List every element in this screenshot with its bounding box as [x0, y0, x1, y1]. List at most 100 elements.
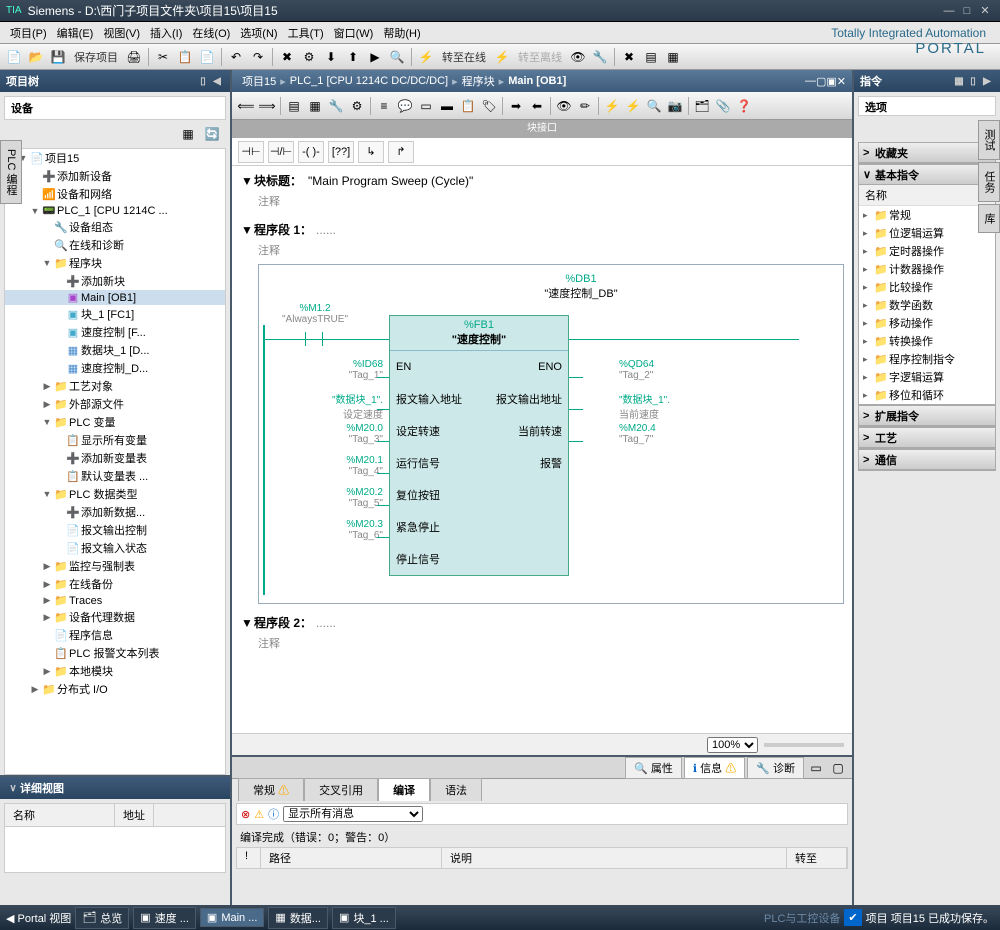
tree-node[interactable]: ▦数据块_1 [D...: [5, 341, 225, 359]
acc-chevron-icon[interactable]: >: [863, 410, 875, 422]
zoom-slider[interactable]: [764, 743, 844, 747]
output-tag[interactable]: %QD64"Tag_2": [619, 359, 654, 381]
accordion-header[interactable]: >收藏夹: [859, 143, 995, 163]
contact-no-icon[interactable]: ⊣⊢: [238, 141, 264, 163]
tree-node[interactable]: ▶📁Traces: [5, 593, 225, 608]
detail-col-addr[interactable]: 地址: [115, 804, 154, 826]
tree-expander-icon[interactable]: ▼: [41, 417, 53, 427]
network2-collapse-icon[interactable]: ▼: [240, 616, 254, 630]
editor-min-icon[interactable]: —: [805, 75, 816, 87]
block-title-row[interactable]: ▼ 块标题： "Main Program Sweep (Cycle)": [240, 170, 844, 191]
expand-icon[interactable]: ▭: [416, 96, 436, 116]
subtab-crossref[interactable]: 交叉引用: [304, 778, 378, 801]
ref-icon[interactable]: 📎: [713, 96, 733, 116]
editor-restore-icon[interactable]: ▣: [826, 75, 836, 88]
right-vtab-libs[interactable]: 库: [978, 204, 1000, 233]
tab-info[interactable]: ℹ 信息 ⚠: [684, 757, 745, 779]
instruction-category[interactable]: ▸📁位逻辑运算: [859, 224, 995, 242]
menu-options[interactable]: 选项(N): [236, 23, 281, 43]
device-refresh-icon[interactable]: 🔄: [202, 124, 222, 144]
tree-node[interactable]: ▶📁分布式 I/O: [5, 680, 225, 698]
acc-chevron-icon[interactable]: >: [863, 454, 875, 466]
msg-col-goto[interactable]: 转至: [787, 848, 847, 868]
message-filter-select[interactable]: 显示所有消息: [283, 806, 423, 822]
bc-main[interactable]: Main [OB1]: [504, 75, 570, 87]
tree-node[interactable]: ▣速度控制 [F...: [5, 323, 225, 341]
sb-tab-block1[interactable]: ▣ 块_1 ...: [332, 907, 396, 929]
paste-icon[interactable]: 📄: [197, 47, 217, 67]
tree-expander-icon[interactable]: ▶: [41, 612, 53, 623]
abs-icon[interactable]: 📋: [458, 96, 478, 116]
fb-call-box[interactable]: %FB1 "速度控制" ENENO 报文输入地址报文输出地址设定转速当前转速运行…: [389, 315, 569, 576]
cat-expand-icon[interactable]: ▸: [863, 318, 873, 329]
collapse-block-icon[interactable]: ▼: [240, 174, 254, 188]
subtab-compile[interactable]: 编译: [378, 778, 430, 801]
warn-icon[interactable]: ⚠: [254, 808, 264, 821]
help-icon[interactable]: ❓: [734, 96, 754, 116]
tree-node[interactable]: ▶📁在线备份: [5, 575, 225, 593]
tree-node[interactable]: ➕添加新数据...: [5, 503, 225, 521]
monitor-icon[interactable]: 👁: [568, 47, 588, 67]
align-icon[interactable]: ≡: [374, 96, 394, 116]
bc-project[interactable]: 项目15: [238, 73, 280, 89]
tree-expander-icon[interactable]: ▼: [41, 489, 53, 499]
insert-element-icon[interactable]: ▦: [305, 96, 325, 116]
output-tag[interactable]: %M20.4"Tag_7": [619, 423, 656, 445]
tab-diagnostics[interactable]: 🔧 诊断: [747, 757, 804, 779]
undo-icon[interactable]: ↶: [226, 47, 246, 67]
coil-icon[interactable]: -( )-: [298, 141, 324, 163]
editor-max-icon[interactable]: ▢: [816, 75, 826, 88]
download-icon[interactable]: ⬇: [321, 47, 341, 67]
subtab-syntax[interactable]: 语法: [430, 778, 482, 801]
always-true-contact[interactable]: [305, 332, 323, 346]
project-tree[interactable]: ▼📄项目15➕添加新设备📶设备和网络▼📟PLC_1 [CPU 1214C ...…: [4, 148, 226, 775]
minimize-icon[interactable]: —: [940, 5, 958, 17]
right-vtab-test[interactable]: 测试: [978, 120, 1000, 160]
tree-node[interactable]: ▶📁本地模块: [5, 662, 225, 680]
cat-expand-icon[interactable]: ▸: [863, 300, 873, 311]
accordion-header[interactable]: ∨基本指令: [859, 165, 995, 185]
editor-close-icon[interactable]: ✕: [837, 75, 846, 88]
tree-node[interactable]: ▶📁外部源文件: [5, 395, 225, 413]
cat-expand-icon[interactable]: ▸: [863, 390, 873, 401]
tree-expander-icon[interactable]: ▼: [29, 206, 41, 216]
instruction-category[interactable]: ▸📁程序控制指令: [859, 350, 995, 368]
tree-node[interactable]: ➕添加新变量表: [5, 449, 225, 467]
instr-collapse-icon[interactable]: ▶: [980, 76, 994, 87]
tree-node[interactable]: 📄报文输出控制: [5, 521, 225, 539]
inspector-max-icon[interactable]: ▢: [828, 758, 848, 778]
tool-icon[interactable]: 🔧: [326, 96, 346, 116]
tag-icon[interactable]: 🏷: [479, 96, 499, 116]
panel-pin-icon[interactable]: ▯: [196, 76, 210, 87]
network1-collapse-icon[interactable]: ▼: [240, 223, 254, 237]
info-icon[interactable]: ⓘ: [268, 806, 279, 822]
sb-tab-speed[interactable]: ▣ 速度 ...: [133, 907, 196, 929]
block-interface-bar[interactable]: 块接口: [232, 120, 852, 138]
split-icon[interactable]: ▤: [641, 47, 661, 67]
tree-node[interactable]: ▼📁程序块: [5, 254, 225, 272]
go-online-label[interactable]: 转至在线: [438, 49, 490, 65]
zoom-select[interactable]: 100%: [707, 737, 758, 753]
block-comment[interactable]: 注释: [240, 191, 844, 211]
copy-icon[interactable]: 📋: [175, 47, 195, 67]
compile-icon[interactable]: ⚙: [299, 47, 319, 67]
box-icon[interactable]: [??]: [328, 141, 354, 163]
tree-node[interactable]: ▼📁PLC 数据类型: [5, 485, 225, 503]
tree-expander-icon[interactable]: ▶: [41, 595, 53, 606]
input-tag[interactable]: "数据块_1".设定速度: [279, 391, 383, 421]
cat-expand-icon[interactable]: ▸: [863, 372, 873, 383]
detail-collapse-icon[interactable]: ∨: [6, 783, 20, 794]
right-vtab-tasks[interactable]: 任务: [978, 162, 1000, 202]
tree-expander-icon[interactable]: ▼: [41, 258, 53, 268]
tree-node[interactable]: ➕添加新设备: [5, 167, 225, 185]
contact-tag[interactable]: %M1.2 "AlwaysTRUE": [275, 303, 355, 325]
msg-col-desc[interactable]: 说明: [442, 848, 787, 868]
tree-expander-icon[interactable]: ▶: [29, 684, 41, 695]
instruction-category[interactable]: ▸📁数学函数: [859, 296, 995, 314]
tree-node[interactable]: ▼📄项目15: [5, 149, 225, 167]
msg-col-icon[interactable]: !: [237, 848, 261, 868]
tool2-icon[interactable]: ⚙: [347, 96, 367, 116]
collapse-icon[interactable]: ▬: [437, 96, 457, 116]
upload-icon[interactable]: ⬆: [343, 47, 363, 67]
menu-view[interactable]: 视图(V): [99, 23, 144, 43]
